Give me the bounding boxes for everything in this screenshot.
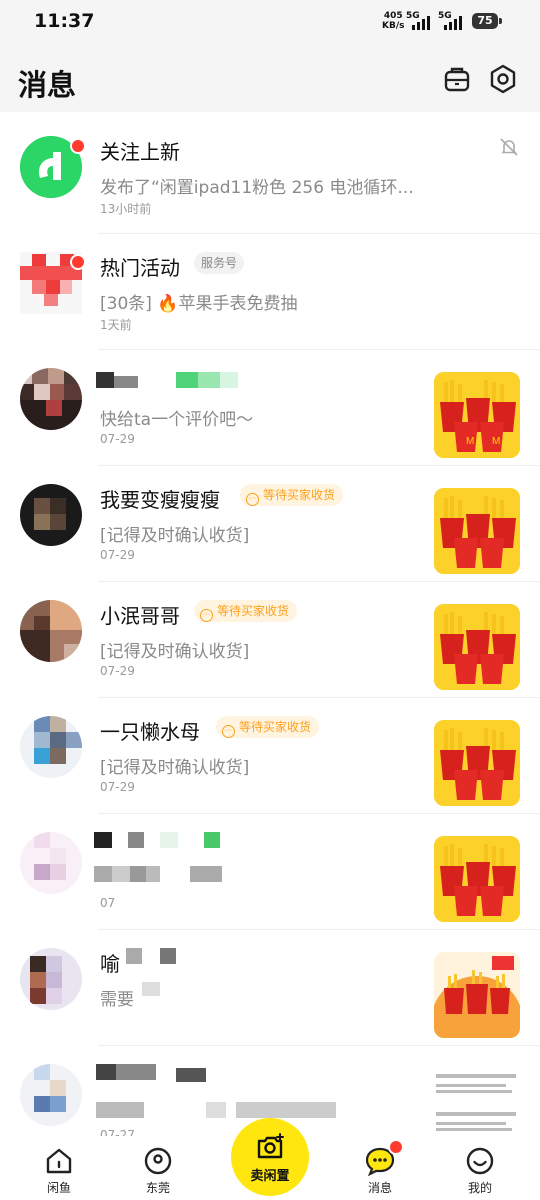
message-time: 07 [100,896,116,910]
message-time: 13小时前 [100,202,152,216]
message-preview: 发布了“闲置ipad11粉色 256 电池循环... [100,178,414,198]
message-item[interactable]: 一只懒水母 ··· 等待买家收货 [记得及时确认收货] 07-29 [0,698,540,814]
status-text: 等待买家收货 [217,604,290,618]
conversation-name: 关注上新 [100,140,180,164]
tab-label: 消息 [367,1181,392,1195]
message-preview: [记得及时确认收货] [100,642,250,662]
tab-location[interactable]: 东莞 [123,1146,193,1196]
message-preview: [记得及时确认收货] [100,758,250,778]
redacted-name [94,832,234,892]
clock: 11:37 [34,10,95,32]
product-thumbnail[interactable] [434,720,520,806]
page-header: 消息 [0,44,540,112]
user-avatar [20,600,82,662]
message-preview: [30条] 🔥苹果手表免费抽 [100,294,298,314]
message-time: 07-29 [100,432,135,446]
product-thumbnail[interactable] [434,836,520,922]
message-item[interactable]: 热门活动 服务号 [30条] 🔥苹果手表免费抽 1天前 [0,234,540,350]
message-time: 07-29 [100,548,135,562]
battery-icon: 75 [472,13,498,29]
status-badge: ··· 等待买家收货 [216,716,320,738]
service-account-badge: 服务号 [194,252,245,274]
unread-dot [70,138,86,154]
tab-label: 东莞 [145,1181,170,1195]
tab-home[interactable]: 闲鱼 [24,1146,94,1196]
product-thumbnail[interactable]: MM [434,372,520,458]
tab-profile[interactable]: 我的 [445,1146,515,1196]
status-badge: ··· 等待买家收货 [240,484,344,506]
message-item[interactable]: 喻 需要 [0,930,540,1046]
home-icon [46,1148,72,1174]
message-preview: 快给ta一个评价吧～ [100,410,254,430]
conversation-name: 小泯哥哥 [100,604,180,628]
message-item[interactable]: 小泯哥哥 ··· 等待买家收货 [记得及时确认收货] 07-29 [0,582,540,698]
tab-messages[interactable]: 消息 [345,1146,415,1196]
message-time: 07-29 [100,664,135,678]
conversation-name: 我要变瘦瘦瘦 [100,488,220,512]
user-avatar [20,1064,82,1126]
net-speed-unit: KB/s [382,21,405,31]
unread-dot [70,254,86,270]
net-speed-value: 405 [383,11,403,21]
redacted-name [96,1064,356,1124]
status-badge: ··· 等待买家收货 [194,600,298,622]
battery-tip [499,18,502,24]
page-title: 消息 [18,68,77,102]
location-icon [144,1147,172,1175]
product-thumbnail[interactable] [434,488,520,574]
network-speed: 405 KB/s [382,11,404,31]
svg-text:M: M [466,436,474,447]
product-thumbnail[interactable] [434,952,520,1038]
camera-icon [257,1133,284,1159]
user-avatar [20,948,82,1010]
unread-dot [388,1139,404,1155]
message-preview: [记得及时确认收货] [100,526,250,546]
message-item[interactable]: 快给ta一个评价吧～ 07-29 MM [0,350,540,466]
product-thumbnail[interactable] [434,604,520,690]
redacted-name [96,370,256,394]
mute-bell-icon [498,136,520,162]
tab-label: 我的 [467,1181,492,1195]
message-time: 1天前 [100,318,132,332]
profile-icon [466,1147,494,1175]
conversation-name: 热门活动 [100,256,180,280]
cart-icon[interactable] [442,64,472,94]
tab-label: 闲鱼 [46,1181,71,1195]
status-bar: 11:37 405 KB/s 5G 5G 75 [0,0,540,44]
user-avatar [20,716,82,778]
svg-text:M: M [492,436,500,447]
user-avatar [20,832,82,894]
message-item[interactable]: 我要变瘦瘦瘦 ··· 等待买家收货 [记得及时确认收货] 07-29 [0,466,540,582]
user-avatar [20,484,82,546]
settings-icon[interactable] [488,64,518,94]
message-preview: 需要 [100,990,134,1010]
sell-button[interactable]: 卖闲置 [231,1118,309,1196]
user-avatar [20,368,82,430]
message-time: 07-29 [100,780,135,794]
conversation-name: 一只懒水母 [100,720,200,744]
message-item[interactable]: 07 [0,814,540,930]
status-text: 等待买家收货 [239,720,312,734]
status-text: 等待买家收货 [263,488,336,502]
conversation-name: 喻 [100,952,120,976]
sell-button-label: 卖闲置 [250,1169,290,1184]
message-item[interactable]: 关注上新 发布了“闲置ipad11粉色 256 电池循环... 13小时前 [0,118,540,234]
redacted-name [126,948,186,998]
